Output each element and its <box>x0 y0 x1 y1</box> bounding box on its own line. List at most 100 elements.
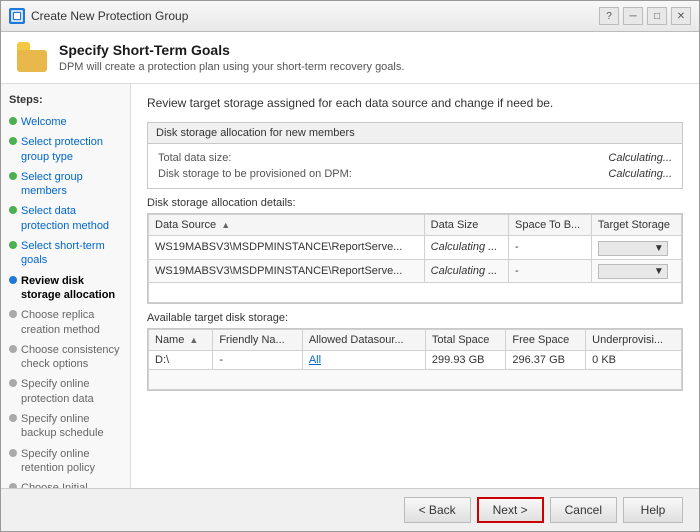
sidebar-label-data-protection: Select data protection method <box>21 204 122 233</box>
window-controls: ? ─ □ ✕ <box>599 7 691 25</box>
total-data-size-label: Total data size: <box>158 152 231 164</box>
cell-space-1: - <box>509 236 592 260</box>
title-bar: Create New Protection Group ? ─ □ ✕ <box>1 1 699 32</box>
dot-consistency <box>9 345 17 353</box>
cancel-button[interactable]: Cancel <box>550 497 617 523</box>
dot-disk-storage <box>9 276 17 284</box>
dot-online-protection <box>9 379 17 387</box>
help-footer-button[interactable]: Help <box>623 497 683 523</box>
window-icon <box>9 8 25 24</box>
cell-data-source-1: WS19MABSV3\MSDPMINSTANCE\ReportServe... <box>149 236 425 260</box>
dot-short-term <box>9 241 17 249</box>
dot-backup-schedule <box>9 414 17 422</box>
sidebar-label-backup-schedule: Specify online backup schedule <box>21 412 122 441</box>
available-storage-section: Available target disk storage: Name ▲ Fr… <box>147 312 683 391</box>
back-button[interactable]: < Back <box>404 497 471 523</box>
cell-data-size-2: Calculating ... <box>424 259 508 283</box>
maximize-button[interactable]: □ <box>647 7 667 25</box>
sort-arrow-name: ▲ <box>189 335 198 345</box>
sidebar-label-replica: Choose replica creation method <box>21 308 122 337</box>
allocation-details-table-container: Data Source ▲ Data Size Space To B... Ta… <box>147 213 683 304</box>
sidebar-item-consistency[interactable]: Choose consistency check options <box>1 340 130 375</box>
table-row[interactable]: D:\ - All 299.93 GB 296.37 GB 0 KB <box>149 351 682 370</box>
help-button[interactable]: ? <box>599 7 619 25</box>
target-storage-dropdown-1[interactable]: ▼ <box>598 241 668 256</box>
sidebar-label-disk-storage: Review disk storage allocation <box>21 274 122 303</box>
dot-group-members <box>9 172 17 180</box>
cell-target-2: ▼ <box>591 259 681 283</box>
main-window: Create New Protection Group ? ─ □ ✕ Spec… <box>0 0 700 532</box>
page-subtitle: DPM will create a protection plan using … <box>59 61 404 73</box>
sidebar-item-data-protection[interactable]: Select data protection method <box>1 201 130 236</box>
sidebar-label-initial-replication: Choose Initial Online Replication <box>21 481 122 488</box>
cell-total-space: 299.93 GB <box>425 351 505 370</box>
col-data-size: Data Size <box>424 215 508 236</box>
sidebar-label-online-protection: Specify online protection data <box>21 377 122 406</box>
sidebar: Steps: Welcome Select protection group t… <box>1 84 131 488</box>
instruction-text: Review target storage assigned for each … <box>147 96 683 110</box>
allocation-summary-content: Total data size: Calculating... Disk sto… <box>148 144 682 188</box>
sidebar-label-consistency: Choose consistency check options <box>21 343 122 372</box>
provision-label: Disk storage to be provisioned on DPM: <box>158 168 352 180</box>
table-row: WS19MABSV3\MSDPMINSTANCE\ReportServe... … <box>149 259 682 283</box>
sidebar-item-initial-replication[interactable]: Choose Initial Online Replication <box>1 478 130 488</box>
sidebar-item-group-members[interactable]: Select group members <box>1 167 130 202</box>
dropdown-arrow-1: ▼ <box>654 243 664 254</box>
empty-row-2 <box>149 370 682 390</box>
cell-friendly: - <box>213 351 303 370</box>
sidebar-item-online-protection[interactable]: Specify online protection data <box>1 374 130 409</box>
sort-arrow-source: ▲ <box>221 220 230 230</box>
table-row: WS19MABSV3\MSDPMINSTANCE\ReportServe... … <box>149 236 682 260</box>
allocation-summary-box: Disk storage allocation for new members … <box>147 122 683 189</box>
cell-space-2: - <box>509 259 592 283</box>
sidebar-label-protection-type: Select protection group type <box>21 135 122 164</box>
target-storage-dropdown-2[interactable]: ▼ <box>598 264 668 279</box>
col-name: Name ▲ <box>149 330 213 351</box>
header-text: Specify Short-Term Goals DPM will create… <box>59 42 404 73</box>
sidebar-item-welcome[interactable]: Welcome <box>1 112 130 132</box>
minimize-button[interactable]: ─ <box>623 7 643 25</box>
footer: < Back Next > Cancel Help <box>1 488 699 531</box>
page-title: Specify Short-Term Goals <box>59 42 404 58</box>
allowed-datasource-link[interactable]: All <box>309 354 321 366</box>
empty-row <box>149 283 682 303</box>
provision-row: Disk storage to be provisioned on DPM: C… <box>158 166 672 182</box>
sidebar-label-group-members: Select group members <box>21 170 122 199</box>
col-allowed: Allowed Datasour... <box>302 330 425 351</box>
col-total-space: Total Space <box>425 330 505 351</box>
sidebar-item-short-term[interactable]: Select short-term goals <box>1 236 130 271</box>
close-button[interactable]: ✕ <box>671 7 691 25</box>
steps-label: Steps: <box>1 94 130 112</box>
sidebar-label-retention-policy: Specify online retention policy <box>21 447 122 476</box>
dot-protection-type <box>9 137 17 145</box>
total-data-size-value: Calculating... <box>608 152 672 164</box>
allocation-summary-header: Disk storage allocation for new members <box>148 123 682 144</box>
provision-value: Calculating... <box>608 168 672 180</box>
next-button[interactable]: Next > <box>477 497 544 523</box>
sidebar-item-replica[interactable]: Choose replica creation method <box>1 305 130 340</box>
available-storage-table: Name ▲ Friendly Na... Allowed Datasour..… <box>148 329 682 390</box>
sidebar-item-backup-schedule[interactable]: Specify online backup schedule <box>1 409 130 444</box>
cell-target-1: ▼ <box>591 236 681 260</box>
cell-data-size-1: Calculating ... <box>424 236 508 260</box>
sidebar-item-protection-type[interactable]: Select protection group type <box>1 132 130 167</box>
sidebar-item-disk-storage[interactable]: Review disk storage allocation <box>1 271 130 306</box>
content-area: Steps: Welcome Select protection group t… <box>1 84 699 488</box>
cell-underprovision: 0 KB <box>586 351 682 370</box>
col-free-space: Free Space <box>506 330 586 351</box>
sidebar-item-retention-policy[interactable]: Specify online retention policy <box>1 444 130 479</box>
col-friendly: Friendly Na... <box>213 330 303 351</box>
total-data-size-row: Total data size: Calculating... <box>158 150 672 166</box>
folder-icon <box>17 42 49 72</box>
col-space-to-b: Space To B... <box>509 215 592 236</box>
cell-name: D:\ <box>149 351 213 370</box>
dot-replica <box>9 310 17 318</box>
dot-data-protection <box>9 206 17 214</box>
col-data-source: Data Source ▲ <box>149 215 425 236</box>
dot-welcome <box>9 117 17 125</box>
col-target-storage: Target Storage <box>591 215 681 236</box>
dot-retention-policy <box>9 449 17 457</box>
available-storage-table-container: Name ▲ Friendly Na... Allowed Datasour..… <box>147 328 683 391</box>
available-storage-label: Available target disk storage: <box>147 312 683 324</box>
col-underprovision: Underprovisi... <box>586 330 682 351</box>
